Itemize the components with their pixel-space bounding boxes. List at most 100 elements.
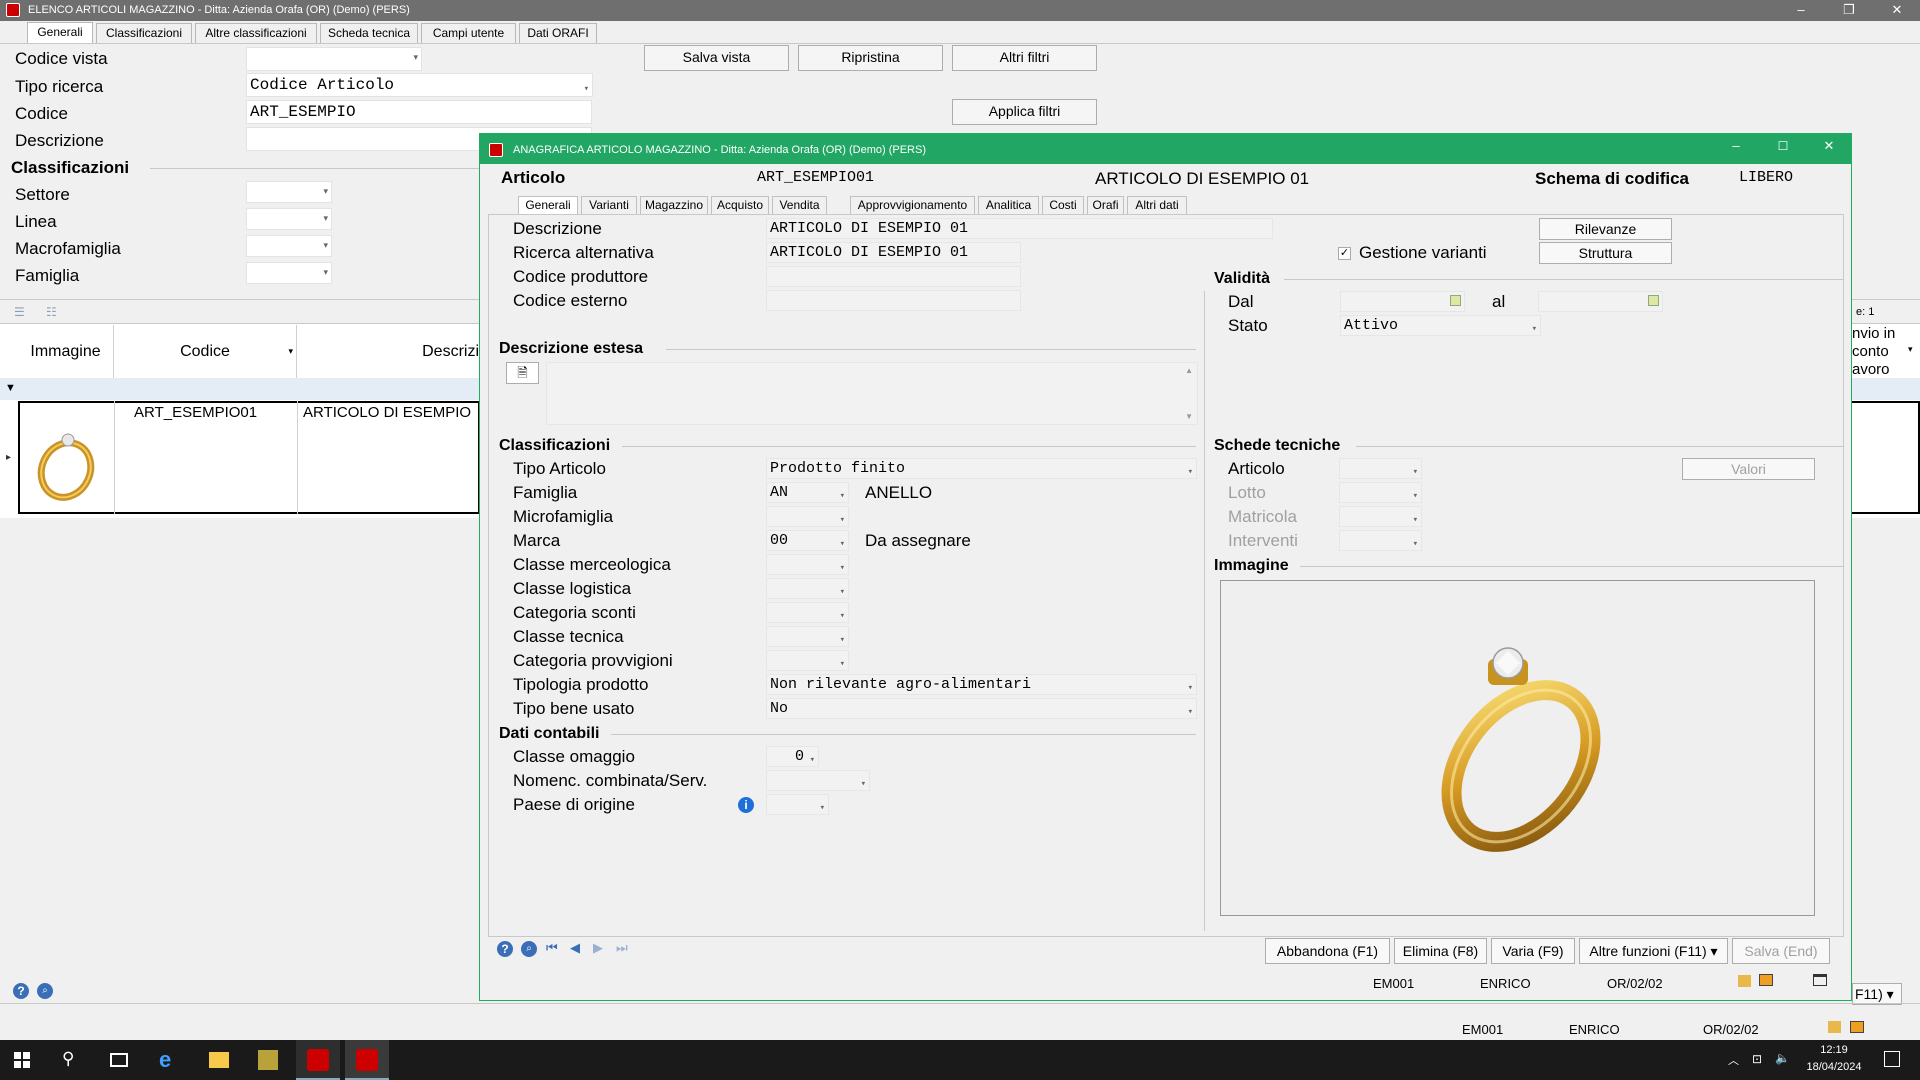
info-icon[interactable]: i xyxy=(738,797,754,813)
abbandona-button[interactable]: Abbandona (F1) xyxy=(1265,938,1390,964)
applica-filtri-button[interactable]: Applica filtri xyxy=(952,99,1097,125)
linea-combo[interactable]: ▾ xyxy=(246,208,332,230)
spin-icon[interactable]: ▾ xyxy=(810,750,815,770)
descrizione-field[interactable]: ARTICOLO DI ESEMPIO 01 xyxy=(766,218,1273,239)
clock-date[interactable]: 18/04/2024 xyxy=(1800,1061,1868,1073)
notifications-icon[interactable] xyxy=(1884,1051,1900,1067)
tab-classificazioni[interactable]: Classificazioni xyxy=(96,23,192,43)
macrofamiglia-combo[interactable]: ▾ xyxy=(246,235,332,257)
last-record-icon[interactable]: ⏭ xyxy=(616,940,628,956)
marca-combo[interactable]: 00 ▾ xyxy=(766,530,849,551)
chevron-down-icon[interactable]: ▾ xyxy=(1908,344,1913,355)
salva-button[interactable]: Salva (End) xyxy=(1732,938,1830,964)
dialog-monitor-icon[interactable] xyxy=(1759,974,1773,986)
clock-time[interactable]: 12:19 xyxy=(1814,1044,1854,1056)
app-tool-icon[interactable] xyxy=(258,1050,278,1070)
dialog-minimize-button[interactable]: – xyxy=(1713,136,1759,157)
articolo-code[interactable]: ART_ESEMPIO01 xyxy=(754,168,1007,189)
salva-vista-button[interactable]: Salva vista xyxy=(644,45,789,71)
dtab-vendita[interactable]: Vendita xyxy=(772,196,827,214)
col-immagine-header[interactable]: Immagine xyxy=(18,325,114,378)
calendar-icon[interactable] xyxy=(1648,295,1659,306)
altri-filtri-button[interactable]: Altri filtri xyxy=(952,45,1097,71)
tab-altre-classificazioni[interactable]: Altre classificazioni xyxy=(195,23,317,43)
help-icon[interactable]: ? xyxy=(13,983,29,999)
famiglia-combo[interactable]: AN ▾ xyxy=(766,482,849,503)
first-record-icon[interactable]: ⏮ xyxy=(546,940,558,956)
stato-combo[interactable]: Attivo ▾ xyxy=(1340,315,1541,336)
scroll-up-icon[interactable]: ▲ xyxy=(1185,366,1193,375)
task-app-1[interactable] xyxy=(296,1040,340,1080)
chevron-down-icon[interactable]: ▾ xyxy=(288,325,293,378)
st-articolo-combo[interactable]: ▾ xyxy=(1339,458,1422,479)
dtab-orafi[interactable]: Orafi xyxy=(1087,196,1124,214)
dal-date-field[interactable] xyxy=(1340,291,1465,312)
tipologia-prodotto-combo[interactable]: Non rilevante agro-alimentari ▾ xyxy=(766,674,1197,695)
prev-record-icon[interactable]: ◀ xyxy=(570,940,580,956)
volume-icon[interactable]: 🔈 xyxy=(1775,1051,1790,1065)
famiglia-combo[interactable]: ▾ xyxy=(246,262,332,284)
main-altre-funzioni-button[interactable]: F11) ▾ xyxy=(1852,983,1902,1005)
dialog-help-icon[interactable]: ? xyxy=(497,941,513,957)
codice-esterno-field[interactable] xyxy=(766,290,1021,311)
col-descrizione-header[interactable]: Descrizi xyxy=(298,325,480,378)
calendar-icon[interactable] xyxy=(1450,295,1461,306)
categoria-sconti-combo[interactable]: ▾ xyxy=(766,602,849,623)
folder-icon[interactable] xyxy=(1828,1021,1841,1033)
gestione-varianti-checkbox[interactable]: ✓ xyxy=(1338,247,1351,260)
dtab-generali[interactable]: Generali xyxy=(518,196,578,214)
minimize-button[interactable]: – xyxy=(1778,0,1824,21)
dialog-search-icon[interactable]: ⌕ xyxy=(521,941,537,957)
descrizione-estesa-textarea[interactable]: ▲ ▼ xyxy=(546,362,1198,425)
dtab-magazzino[interactable]: Magazzino xyxy=(640,196,708,214)
ripristina-button[interactable]: Ripristina xyxy=(798,45,943,71)
dtab-altri-dati[interactable]: Altri dati xyxy=(1127,196,1187,214)
network-icon[interactable]: ⊡ xyxy=(1752,1052,1762,1066)
rilevanze-button[interactable]: Rilevanze xyxy=(1539,218,1672,240)
window-icon[interactable] xyxy=(1813,974,1827,986)
tab-generali[interactable]: Generali xyxy=(27,22,93,44)
dtab-costi[interactable]: Costi xyxy=(1042,196,1084,214)
expand-all-icon[interactable]: ☰ xyxy=(14,305,25,319)
filter-icon[interactable]: ▼ xyxy=(5,382,16,394)
tipo-ricerca-combo[interactable]: Codice Articolo ▾ xyxy=(246,73,593,97)
settore-combo[interactable]: ▾ xyxy=(246,181,332,203)
dialog-folder-icon[interactable] xyxy=(1738,975,1751,987)
col-conto-lavoro-header[interactable]: nvio in conto avoro xyxy=(1852,325,1912,379)
nomenc-combo[interactable]: ▾ xyxy=(766,770,870,791)
row-selector-icon[interactable]: ▸ xyxy=(6,452,11,463)
dtab-varianti[interactable]: Varianti xyxy=(581,196,637,214)
collapse-all-icon[interactable]: ☷ xyxy=(46,305,57,319)
categoria-provvigioni-combo[interactable]: ▾ xyxy=(766,650,849,671)
dialog-close-button[interactable]: ✕ xyxy=(1806,136,1852,157)
scroll-down-icon[interactable]: ▼ xyxy=(1185,412,1193,421)
monitor-icon[interactable] xyxy=(1850,1021,1864,1033)
close-button[interactable]: ✕ xyxy=(1874,0,1920,21)
restore-button[interactable]: ❐ xyxy=(1826,0,1872,21)
dtab-approvvigionamento[interactable]: Approvvigionamento xyxy=(850,196,975,214)
codice-vista-combo[interactable]: ▾ xyxy=(246,47,422,71)
tab-scheda-tecnica[interactable]: Scheda tecnica xyxy=(320,23,418,43)
dtab-acquisto[interactable]: Acquisto xyxy=(711,196,769,214)
start-icon[interactable] xyxy=(14,1052,30,1068)
al-date-field[interactable] xyxy=(1538,291,1663,312)
elimina-button[interactable]: Elimina (F8) xyxy=(1394,938,1487,964)
classe-omaggio-spin[interactable]: 0 ▾ xyxy=(766,746,819,767)
col-codice-header[interactable]: Codice ▾ xyxy=(114,325,297,378)
varia-button[interactable]: Varia (F9) xyxy=(1491,938,1575,964)
classe-tecnica-combo[interactable]: ▾ xyxy=(766,626,849,647)
task-app-2[interactable] xyxy=(345,1040,389,1080)
classe-logistica-combo[interactable]: ▾ xyxy=(766,578,849,599)
explorer-icon[interactable] xyxy=(209,1052,229,1068)
codice-produttore-field[interactable] xyxy=(766,266,1021,287)
microfamiglia-combo[interactable]: ▾ xyxy=(766,506,849,527)
ie-icon[interactable]: e xyxy=(159,1047,171,1073)
tab-dati-orafi[interactable]: Dati ORAFI xyxy=(519,23,597,43)
tipo-bene-usato-combo[interactable]: No ▾ xyxy=(766,698,1197,719)
task-view-icon[interactable] xyxy=(110,1053,128,1067)
next-record-icon[interactable]: ▶ xyxy=(593,940,603,956)
struttura-button[interactable]: Struttura xyxy=(1539,242,1672,264)
classe-merceologica-combo[interactable]: ▾ xyxy=(766,554,849,575)
codice-input[interactable]: ART_ESEMPIO xyxy=(246,100,592,124)
ricerca-alternativa-field[interactable]: ARTICOLO DI ESEMPIO 01 xyxy=(766,242,1021,263)
